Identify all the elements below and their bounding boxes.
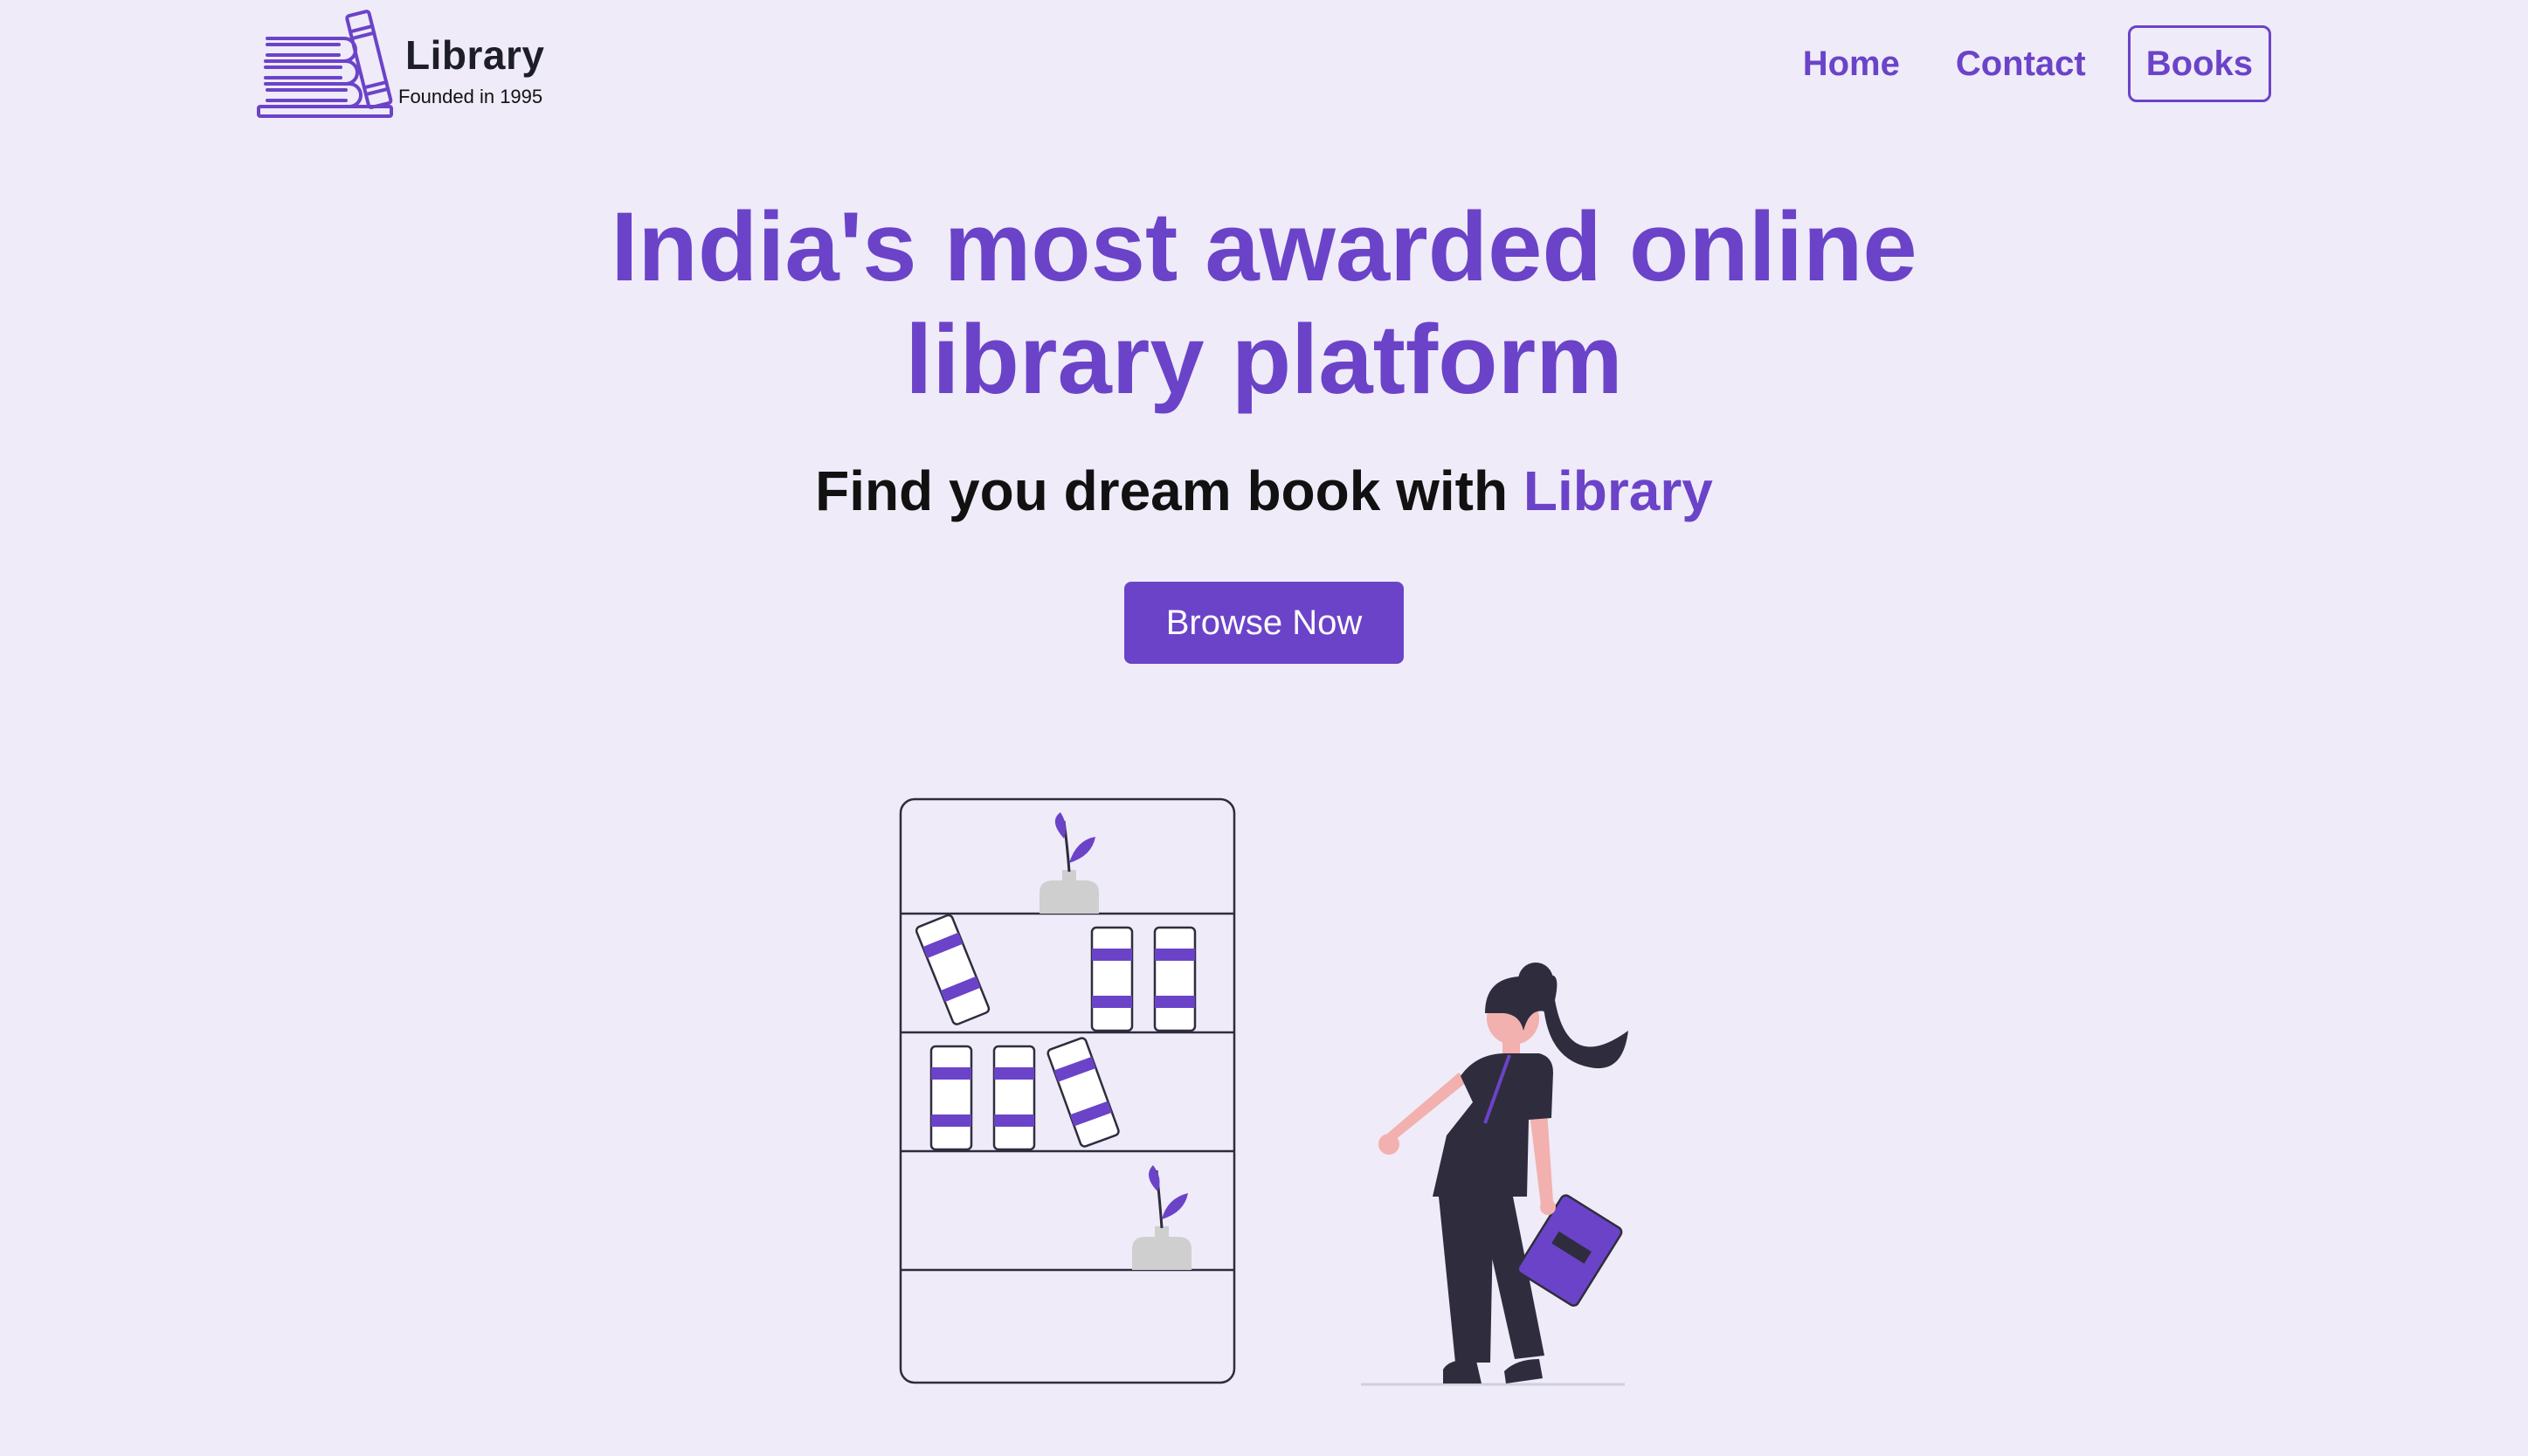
hero-subtitle-brand: Library — [1523, 459, 1713, 522]
hero-title-line-1: India's most awarded online — [611, 192, 1917, 301]
brand-tagline: Founded in 1995 — [398, 86, 543, 107]
hero-subtitle-text: Find you dream book with — [815, 459, 1523, 522]
plant-pot-bottom — [1132, 1165, 1191, 1270]
bookshelf-illustration — [899, 797, 1236, 1384]
books-stack-icon — [257, 10, 393, 118]
shelf-2-books — [929, 1037, 1120, 1151]
brand-name: Library — [405, 32, 545, 78]
nav-home-link[interactable]: Home — [1803, 46, 1900, 81]
browse-now-button[interactable]: Browse Now — [1124, 582, 1404, 664]
plant-pot-top — [1040, 812, 1099, 914]
brand[interactable]: Library Founded in 1995 — [255, 7, 545, 121]
woman-holding-book-illustration — [1361, 963, 1628, 1386]
hero-subtitle: Find you dream book with Library — [0, 456, 2528, 526]
nav-books-button[interactable]: Books — [2127, 25, 2271, 102]
nav-contact-link[interactable]: Contact — [1956, 46, 2086, 81]
shelf-1-books — [915, 914, 1197, 1032]
hero-title: India's most awarded online library plat… — [0, 190, 2528, 416]
main-nav: Home Contact Books — [1803, 25, 2271, 102]
hero-title-line-2: library platform — [905, 305, 1623, 414]
